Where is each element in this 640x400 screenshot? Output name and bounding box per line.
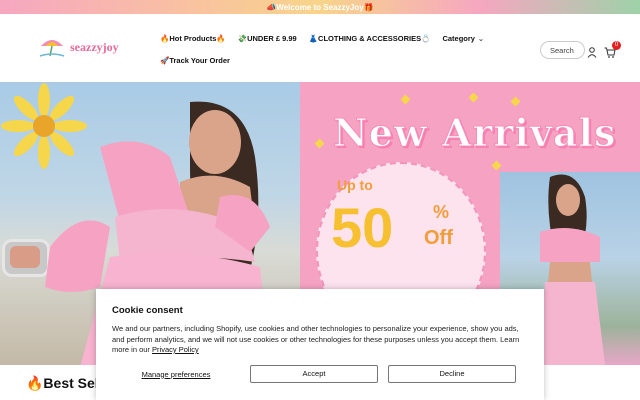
section-title: 🔥Best Sel bbox=[26, 375, 99, 391]
cookie-body: We and our partners, including Shopify, … bbox=[112, 324, 528, 356]
nav-under-9-99[interactable]: 💸UNDER £ 9.99 bbox=[238, 34, 297, 43]
search-placeholder: Search bbox=[550, 46, 574, 55]
user-icon[interactable] bbox=[587, 45, 597, 58]
chevron-down-icon: ⌄ bbox=[477, 36, 484, 43]
hero-up-to: Up to bbox=[337, 177, 373, 193]
nav-category-label: Category bbox=[442, 34, 475, 43]
nav-hot-products[interactable]: 🔥Hot Products🔥 bbox=[160, 34, 226, 43]
logo-text: seazzyjoy bbox=[70, 39, 119, 54]
cookie-actions: Manage preferences Accept Decline bbox=[112, 365, 516, 383]
hero-headline: New Arrivals bbox=[332, 110, 617, 156]
site-header: seazzyjoy 🔥Hot Products🔥 💸UNDER £ 9.99 👗… bbox=[0, 14, 640, 82]
privacy-policy-link[interactable]: Privacy Policy bbox=[152, 345, 199, 354]
decline-button[interactable]: Decline bbox=[388, 365, 516, 383]
palm-umbrella-icon bbox=[38, 34, 66, 60]
cart-count-badge: 0 bbox=[612, 41, 621, 50]
cookie-consent-dialog: Cookie consent We and our partners, incl… bbox=[96, 289, 544, 400]
accept-button[interactable]: Accept bbox=[250, 365, 378, 383]
hero-percent-sign: % bbox=[433, 202, 450, 222]
main-nav: 🔥Hot Products🔥 💸UNDER £ 9.99 👗CLOTHING &… bbox=[160, 34, 484, 43]
nav-clothing-accessories[interactable]: 👗CLOTHING & ACCESSORIES💍 bbox=[309, 34, 431, 43]
cookie-title: Cookie consent bbox=[112, 305, 183, 316]
hero-discount-value: 50 bbox=[331, 196, 394, 259]
hero-off-label: Off bbox=[424, 227, 453, 249]
search-input[interactable]: Search bbox=[540, 41, 585, 59]
nav-track-order[interactable]: 🚀Track Your Order bbox=[160, 56, 230, 65]
nav-category[interactable]: Category ⌄ bbox=[442, 34, 483, 43]
announcement-bar: 📣Welcome to SeazzyJoy🎁 bbox=[0, 0, 640, 14]
manage-preferences-button[interactable]: Manage preferences bbox=[112, 365, 240, 383]
logo[interactable]: seazzyjoy bbox=[38, 34, 119, 60]
announcement-text: 📣Welcome to SeazzyJoy🎁 bbox=[266, 2, 374, 12]
